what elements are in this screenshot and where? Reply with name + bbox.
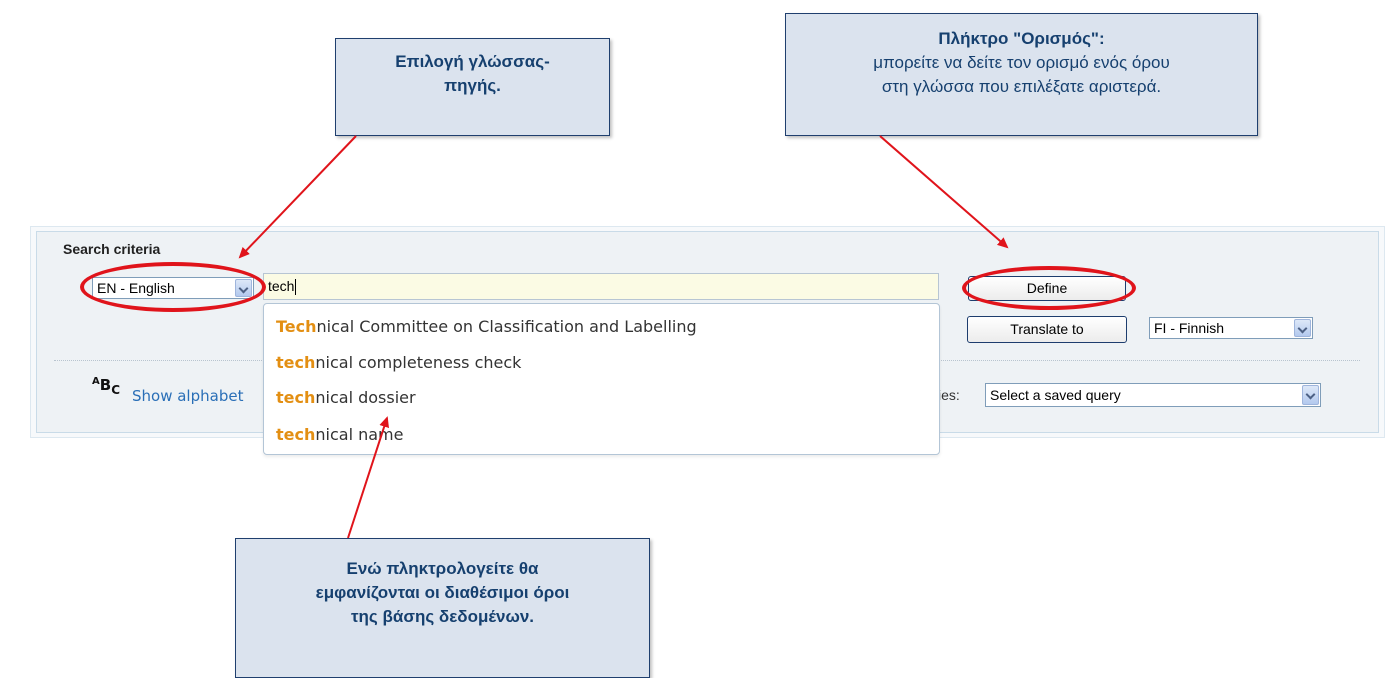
text-caret [295,279,297,296]
chevron-down-icon[interactable] [1302,385,1319,405]
callout-suggestions-line3: της βάσης δεδομένων. [350,607,535,626]
saved-query-value: Select a saved query [990,387,1121,403]
saved-query-select[interactable]: Select a saved query [985,383,1321,407]
highlight-ring-define [962,266,1136,310]
match-text: tech [276,388,316,407]
autocomplete-item[interactable]: technical dossier [276,388,416,407]
abc-icon: ABC [92,376,120,397]
callout-suggestions-line2: εμφανίζονται οι διαθέσιμοι όροι [315,583,570,602]
chevron-down-icon[interactable] [1294,319,1311,337]
search-term-input[interactable]: tech [263,273,939,300]
callout-source-language-line2: πηγής. [444,76,501,95]
autocomplete-item[interactable]: technical completeness check [276,353,521,372]
search-term-value: tech [268,278,295,294]
match-text: tech [276,353,316,372]
saved-queries-label: ies: [938,387,960,403]
callout-define-line2: στη γλώσσα που επιλέξατε αριστερά. [881,77,1162,96]
highlight-ring-language [80,262,266,312]
callout-suggestions-line1: Ενώ πληκτρολογείτε θα [346,559,539,578]
callout-source-language-line1: Επιλογή γλώσσας- [395,52,550,71]
callout-suggestions: Ενώ πληκτρολογείτε θα εμφανίζονται οι δι… [235,538,650,678]
match-text: tech [276,425,316,444]
rest-text: nical Committee on Classification and La… [316,317,697,336]
target-language-value: FI - Finnish [1154,320,1225,336]
autocomplete-item[interactable]: technical name [276,425,403,444]
target-language-select[interactable]: FI - Finnish [1149,317,1313,339]
callout-define-button: Πλήκτρο "Ορισμός": μπορείτε να δείτε τον… [785,13,1258,136]
rest-text: nical completeness check [315,353,522,372]
callout-source-language: Επιλογή γλώσσας- πηγής. [335,38,610,136]
autocomplete-list: Technical Committee on Classification an… [263,303,940,455]
show-alphabet-link[interactable]: Show alphabet [132,387,243,405]
autocomplete-item[interactable]: Technical Committee on Classification an… [276,317,697,336]
match-text: Tech [276,317,317,336]
rest-text: nical dossier [315,388,416,407]
callout-define-title: Πλήκτρο "Ορισμός": [938,29,1105,48]
rest-text: nical name [315,425,404,444]
translate-to-button[interactable]: Translate to [967,316,1127,343]
callout-define-line1: μπορείτε να δείτε τον ορισμό ενός όρου [873,53,1170,72]
search-criteria-title: Search criteria [63,241,161,257]
